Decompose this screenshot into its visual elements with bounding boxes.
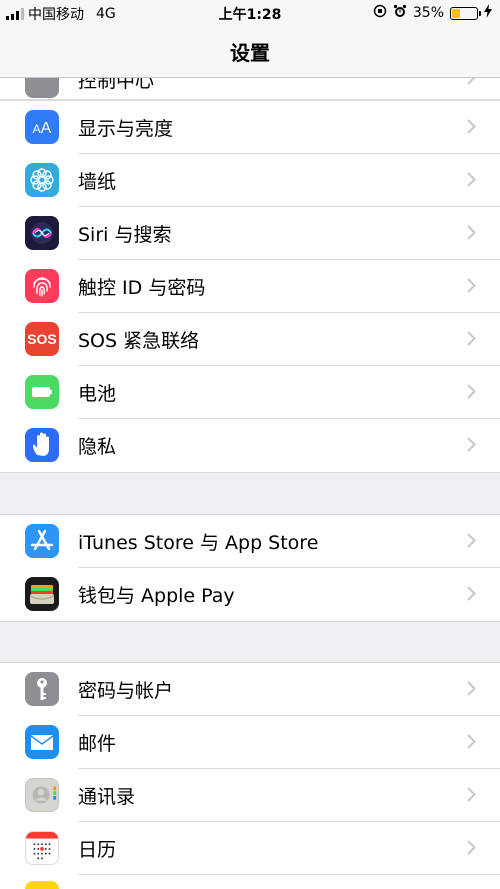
charging-icon — [484, 4, 492, 22]
row-label: 显示与亮度 — [78, 118, 174, 140]
orientation-lock-icon — [373, 4, 387, 22]
battery-fill — [452, 8, 461, 18]
row-label: 日历 — [78, 839, 117, 861]
svg-text:AA: AA — [33, 120, 52, 137]
display-brightness-icon: AA — [25, 110, 59, 144]
settings-row-calendar[interactable]: 日历 — [0, 822, 500, 875]
alarm-icon — [393, 4, 407, 22]
row-label: iTunes Store 与 App Store — [78, 532, 319, 554]
row-label: 触控 ID 与密码 — [78, 277, 206, 299]
row-label: 电池 — [78, 383, 117, 405]
settings-row-wallet-apple-pay[interactable]: 钱包与 Apple Pay — [0, 568, 500, 621]
chevron-right-icon — [467, 840, 476, 859]
mail-icon — [25, 725, 59, 759]
settings-group-3: 密码与帐户 邮件 通讯录 日历 — [0, 662, 500, 889]
hand-icon — [25, 428, 59, 462]
settings-row-emergency-sos[interactable]: SOS SOS 紧急联络 — [0, 313, 500, 366]
battery-icon — [25, 375, 59, 409]
calendar-icon — [25, 831, 59, 865]
settings-row-siri-search[interactable]: Siri 与搜索 — [0, 207, 500, 260]
sos-icon: SOS — [25, 322, 59, 356]
settings-group-1: AA 显示与亮度 墙纸 Siri 与搜索 触控 ID 与密码 SOS SOS 紧… — [0, 100, 500, 473]
fingerprint-icon — [25, 269, 59, 303]
status-bar: 中国移动 4G 上午1:28 35% — [0, 0, 500, 26]
chevron-right-icon — [467, 119, 476, 138]
settings-row-display-brightness[interactable]: AA 显示与亮度 — [0, 101, 500, 154]
chevron-right-icon — [467, 533, 476, 552]
row-label: Siri 与搜索 — [78, 224, 172, 246]
sos-icon-text: SOS — [27, 331, 57, 347]
settings-row-wallpaper[interactable]: 墙纸 — [0, 154, 500, 207]
chevron-right-icon — [467, 225, 476, 244]
chevron-right-icon — [467, 278, 476, 297]
chevron-right-icon — [467, 787, 476, 806]
app-store-icon — [25, 524, 59, 558]
settings-row-next-partial[interactable] — [0, 875, 500, 889]
navigation-bar: 设置 — [0, 26, 500, 78]
row-label: 邮件 — [78, 733, 117, 755]
key-icon — [25, 672, 59, 706]
settings-row-passwords-accounts[interactable]: 密码与帐户 — [0, 663, 500, 716]
page-title: 设置 — [230, 41, 270, 65]
chevron-right-icon — [467, 78, 476, 89]
chevron-right-icon — [467, 586, 476, 605]
row-label: 墙纸 — [78, 171, 117, 193]
chevron-right-icon — [467, 172, 476, 191]
row-label: 通讯录 — [78, 786, 136, 808]
battery-indicator-icon — [450, 6, 481, 20]
contacts-icon — [25, 778, 59, 812]
settings-row-mail[interactable]: 邮件 — [0, 716, 500, 769]
settings-row-privacy[interactable]: 隐私 — [0, 419, 500, 472]
chevron-right-icon — [467, 331, 476, 350]
status-right: 35% — [373, 4, 492, 22]
row-label: SOS 紧急联络 — [78, 330, 200, 352]
notes-icon — [25, 881, 59, 889]
chevron-right-icon — [467, 384, 476, 403]
settings-group-2: iTunes Store 与 App Store 钱包与 Apple Pay — [0, 514, 500, 622]
control-center-icon — [25, 78, 59, 98]
wallpaper-icon — [25, 163, 59, 197]
settings-row-contacts[interactable]: 通讯录 — [0, 769, 500, 822]
settings-row-itunes-app-store[interactable]: iTunes Store 与 App Store — [0, 515, 500, 568]
settings-row-battery[interactable]: 电池 — [0, 366, 500, 419]
chevron-right-icon — [467, 734, 476, 753]
chevron-right-icon — [467, 681, 476, 700]
wallet-icon — [25, 577, 59, 611]
row-label: 控制中心 — [78, 78, 155, 92]
row-label: 密码与帐户 — [78, 680, 174, 702]
settings-row-touch-id-passcode[interactable]: 触控 ID 与密码 — [0, 260, 500, 313]
row-label: 钱包与 Apple Pay — [78, 585, 235, 607]
siri-icon — [25, 216, 59, 250]
settings-row-control-center[interactable]: 控制中心 — [0, 78, 500, 100]
row-label: 隐私 — [78, 436, 117, 458]
battery-percent: 35% — [412, 5, 444, 21]
chevron-right-icon — [467, 437, 476, 456]
